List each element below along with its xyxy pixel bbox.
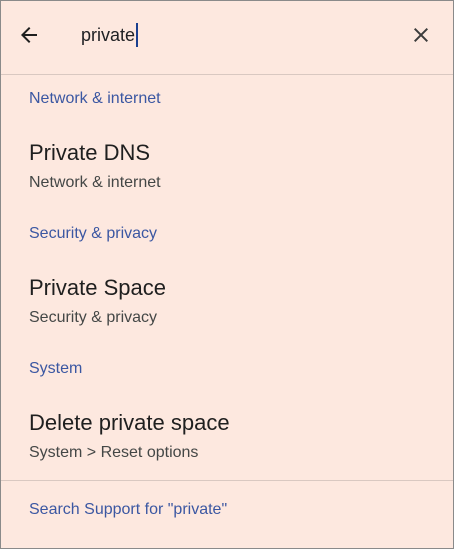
- search-input[interactable]: private: [81, 21, 381, 49]
- section-header-network: Network & internet: [29, 90, 161, 107]
- result-subtitle: System > Reset options: [29, 444, 199, 461]
- settings-search-screen: private Network & internet Private DNS N…: [0, 0, 454, 549]
- result-item-delete-private-space[interactable]: Delete private space System > Reset opti…: [1, 409, 453, 479]
- clear-search-button[interactable]: [401, 15, 441, 55]
- result-subtitle: Network & internet: [29, 174, 161, 191]
- search-bar: private: [1, 1, 453, 74]
- result-title: Private Space: [29, 275, 166, 300]
- search-support-link[interactable]: Search Support for "private": [29, 500, 227, 520]
- text-cursor: [136, 23, 139, 47]
- back-button[interactable]: [9, 15, 49, 55]
- footer-divider: [1, 480, 453, 481]
- result-item-private-dns[interactable]: Private DNS Network & internet: [1, 139, 453, 209]
- result-subtitle: Security & privacy: [29, 309, 158, 326]
- result-item-private-space[interactable]: Private Space Security & privacy: [1, 274, 453, 344]
- result-title: Delete private space: [29, 410, 230, 435]
- section-header-system: System: [29, 360, 83, 377]
- arrow-back-icon: [21, 27, 37, 43]
- close-icon: [414, 28, 428, 42]
- search-query-text: private: [81, 25, 136, 45]
- section-header-security: Security & privacy: [29, 225, 158, 242]
- result-title: Private DNS: [29, 140, 151, 165]
- search-divider: [1, 74, 453, 75]
